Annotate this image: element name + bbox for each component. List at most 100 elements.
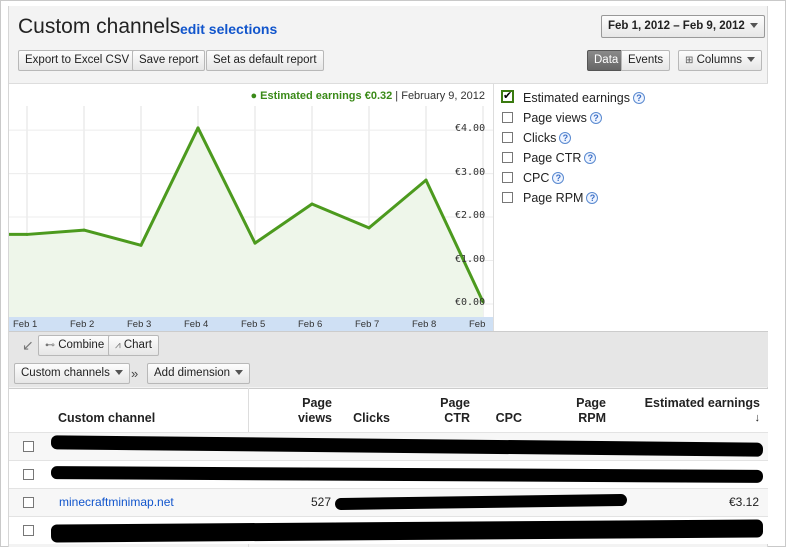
help-icon[interactable]: ?	[589, 112, 602, 124]
x-tick-label: Feb 4	[184, 319, 209, 330]
table-row	[9, 460, 768, 488]
checkbox[interactable]	[502, 192, 513, 203]
dimension-label: Custom channels	[21, 367, 110, 379]
x-tick-label: Feb 6	[298, 319, 323, 330]
date-range-label: Feb 1, 2012 – Feb 9, 2012	[608, 20, 745, 32]
redaction-mark	[50, 435, 764, 457]
chevron-down-icon	[114, 370, 123, 376]
checkbox[interactable]	[502, 172, 513, 183]
data-point[interactable]	[310, 202, 314, 206]
combine-icon: ⊷	[45, 340, 55, 351]
col-page-ctr-line1: Page	[440, 396, 470, 410]
legend-metric: ● Estimated earnings €0.32	[250, 90, 393, 102]
tab-events[interactable]: Events	[621, 50, 671, 71]
data-point[interactable]	[196, 126, 200, 130]
add-dimension-label: Add dimension	[154, 367, 231, 379]
export-csv-button[interactable]: Export to Excel CSV	[18, 50, 137, 71]
col-page-views-line2: views	[297, 411, 332, 425]
col-page-views[interactable]: Page views	[280, 396, 332, 426]
columns-label: Columns	[696, 54, 742, 66]
col-clicks[interactable]: Clicks	[340, 411, 390, 426]
save-report-button[interactable]: Save report	[132, 50, 206, 71]
data-point[interactable]	[25, 232, 29, 236]
table-row	[9, 516, 768, 544]
metric-estimated-earnings[interactable]: Estimated earnings?	[501, 88, 646, 106]
col-custom-channel[interactable]: Custom channel	[58, 411, 155, 426]
metric-label: Page CTR	[523, 151, 582, 165]
row-checkbox[interactable]	[23, 441, 34, 452]
checkbox[interactable]	[502, 132, 513, 143]
metric-page-ctr[interactable]: Page CTR?	[502, 150, 597, 166]
col-page-ctr[interactable]: Page CTR	[420, 396, 470, 426]
checkbox[interactable]	[502, 152, 513, 163]
data-point[interactable]	[253, 241, 257, 245]
metric-label: Estimated earnings	[523, 91, 631, 105]
metric-page-views[interactable]: Page views?	[502, 110, 602, 126]
x-tick-label: Feb 5	[241, 319, 266, 330]
col-estimated-earnings[interactable]: Estimated earnings ↓	[620, 396, 760, 426]
combine-label: Combine	[58, 339, 105, 351]
date-range-picker[interactable]: Feb 1, 2012 – Feb 9, 2012	[601, 15, 765, 38]
y-tick-label: €4.00	[455, 123, 486, 135]
add-dimension-dropdown[interactable]: Add dimension	[147, 363, 251, 384]
table-row	[9, 432, 768, 460]
chevron-down-icon	[746, 57, 755, 63]
x-tick-label: Feb 3	[127, 319, 152, 330]
col-page-views-line1: Page	[302, 396, 332, 410]
checkbox[interactable]	[502, 112, 513, 123]
chart-legend: ● Estimated earnings €0.32 | February 9,…	[230, 90, 485, 102]
row-checkbox[interactable]	[23, 469, 34, 480]
chevron-down-icon	[235, 370, 244, 376]
help-icon[interactable]: ?	[552, 172, 565, 184]
metric-label: CPC	[523, 171, 550, 185]
chart-label: Chart	[123, 339, 152, 351]
columns-grid-icon: ⊞	[685, 55, 694, 66]
combine-button[interactable]: ⊷ Combine	[38, 335, 112, 356]
checkbox-checked[interactable]	[501, 88, 514, 104]
metric-selector: Estimated earnings? Page views? Clicks? …	[493, 83, 768, 331]
edit-selections-link[interactable]: edit selections	[180, 21, 277, 37]
data-point[interactable]	[139, 243, 143, 247]
x-tick-label: Feb 1	[13, 319, 38, 330]
col-earnings-label: Estimated earnings	[644, 396, 760, 410]
row-checkbox[interactable]	[23, 525, 34, 536]
col-page-rpm[interactable]: Page RPM	[556, 396, 606, 426]
redaction-mark	[50, 519, 764, 543]
col-page-ctr-line2: CTR	[444, 411, 470, 425]
pivot-arrow-icon[interactable]: ↙	[22, 337, 34, 354]
col-page-rpm-line2: RPM	[578, 411, 606, 425]
chart-button[interactable]: ⩘ Chart	[108, 335, 159, 356]
earnings-chart	[9, 106, 493, 318]
tab-data[interactable]: Data	[587, 50, 626, 71]
help-icon[interactable]: ?	[633, 92, 646, 104]
help-icon[interactable]: ?	[584, 152, 597, 164]
data-point[interactable]	[424, 178, 428, 182]
set-default-report-button[interactable]: Set as default report	[206, 50, 324, 71]
sort-arrow-icon: ↓	[754, 412, 761, 424]
metric-cpc[interactable]: CPC?	[502, 170, 565, 186]
row-checkbox[interactable]	[23, 497, 34, 508]
metric-page-rpm[interactable]: Page RPM?	[502, 190, 599, 206]
metric-label: Page views	[523, 111, 587, 125]
redaction-mark	[50, 466, 764, 483]
x-tick-label: Feb 7	[355, 319, 380, 330]
dimension-dropdown[interactable]: Custom channels	[14, 363, 130, 384]
page-views-value: 527	[310, 495, 331, 509]
metric-clicks[interactable]: Clicks?	[502, 130, 572, 146]
data-point[interactable]	[82, 228, 86, 232]
y-tick-label: €1.00	[455, 253, 486, 265]
help-icon[interactable]: ?	[559, 132, 572, 144]
channel-link[interactable]: minecraftminimap.net	[59, 495, 174, 509]
chart-area	[9, 83, 493, 331]
help-icon[interactable]: ?	[586, 192, 599, 204]
earnings-value: €3.12	[728, 495, 759, 509]
y-tick-label: €0.00	[455, 297, 486, 308]
legend-date: February 9, 2012	[401, 90, 485, 102]
data-point[interactable]	[367, 226, 371, 230]
col-cpc[interactable]: CPC	[484, 411, 522, 426]
x-tick-label: Feb 2	[70, 319, 95, 330]
chart-line-icon: ⩘	[115, 340, 121, 351]
y-tick-label: €2.00	[455, 210, 486, 222]
columns-button[interactable]: ⊞ Columns	[678, 50, 762, 71]
metric-label: Page RPM	[523, 191, 584, 205]
